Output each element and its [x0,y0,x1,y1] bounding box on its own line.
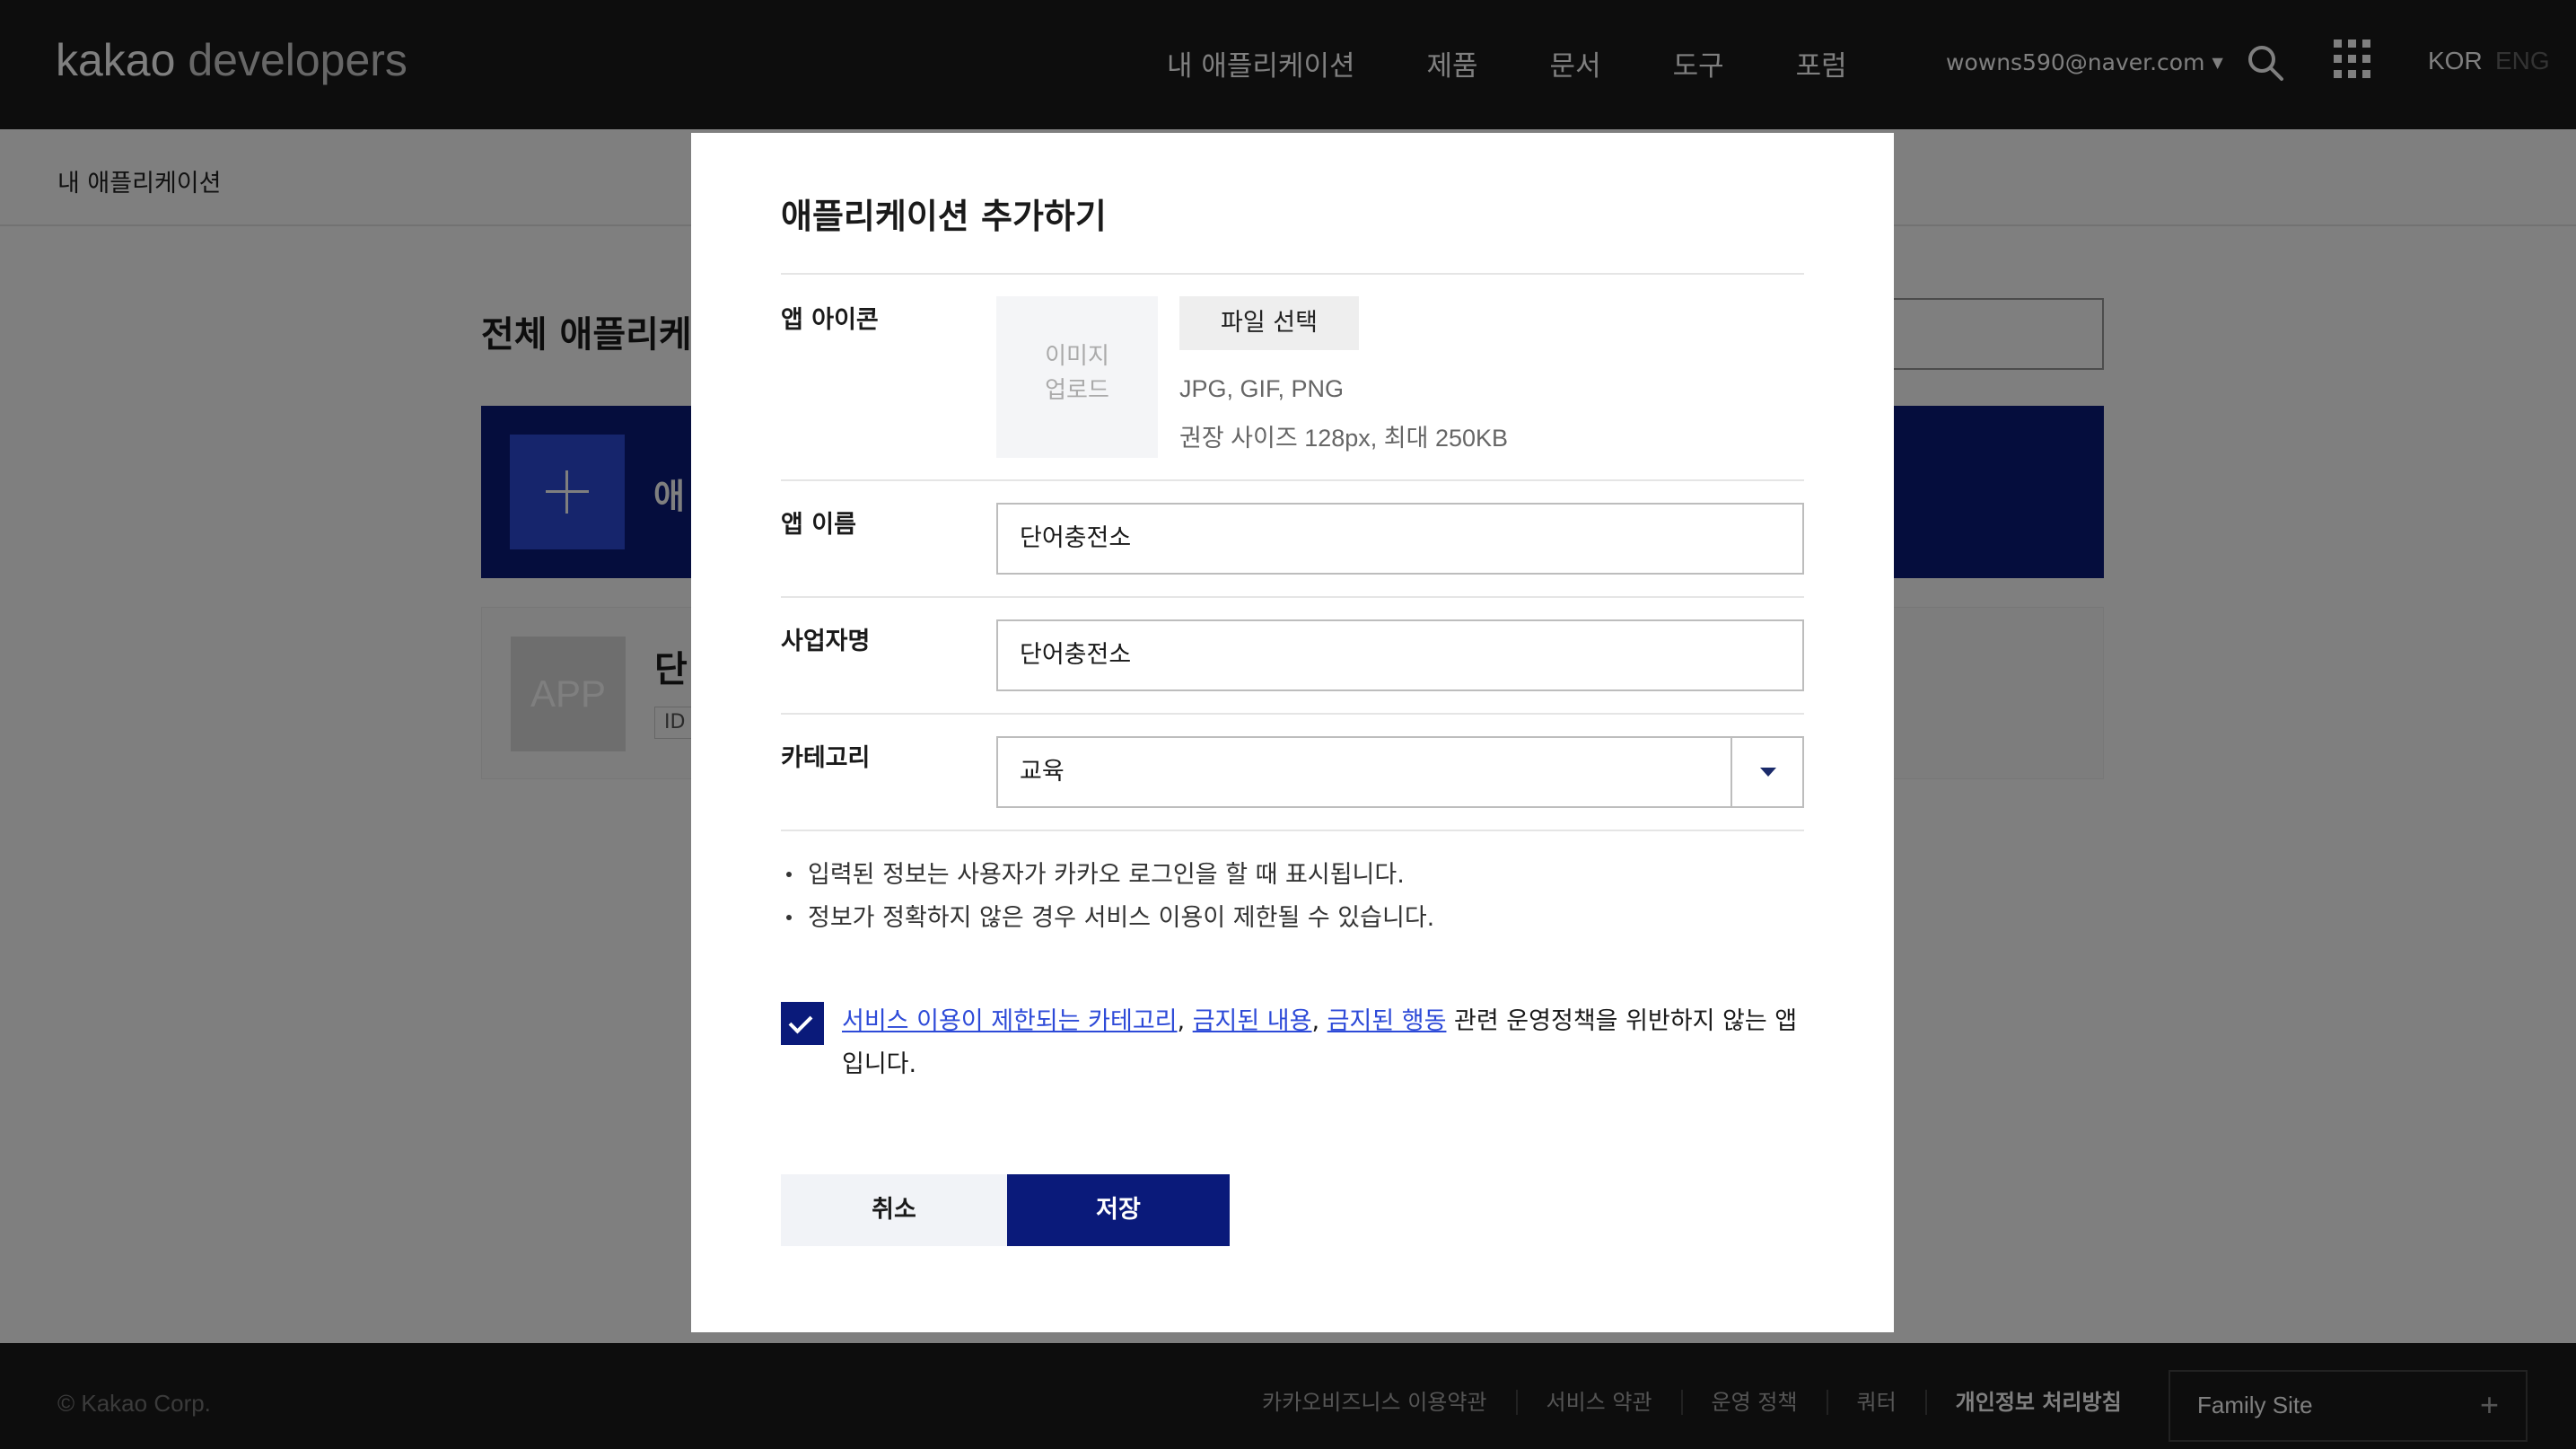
divider [781,479,1804,481]
category-selected-value: 교육 [1020,758,1065,786]
app-name-label: 앱 이름 [781,511,856,539]
category-label: 카테고리 [781,744,871,772]
app-icon-label: 앱 아이콘 [781,306,879,334]
policy-agree-checkbox[interactable] [781,1002,824,1045]
dialog-title: 애플리케이션 추가하기 [781,197,1107,236]
divider [781,596,1804,598]
cancel-button[interactable]: 취소 [781,1174,1007,1246]
divider [781,830,1804,831]
notice-item: 입력된 정보는 사용자가 카카오 로그인을 할 때 표시됩니다. [786,855,1405,890]
add-application-dialog: 애플리케이션 추가하기 앱 아이콘 이미지 업로드 파일 선택 JPG, GIF… [691,133,1894,1332]
company-name-input[interactable]: 단어충전소 [996,619,1804,691]
chevron-down-icon [1730,738,1802,806]
category-select[interactable]: 교육 [996,736,1804,808]
file-types-hint: JPG, GIF, PNG [1179,375,1345,402]
bullet-icon [786,872,792,877]
file-select-button[interactable]: 파일 선택 [1179,296,1359,350]
divider [781,273,1804,275]
bullet-icon [786,915,792,920]
divider [781,713,1804,715]
upload-text-line1: 이미지 [1045,343,1109,370]
prohibited-content-link[interactable]: 금지된 내용 [1193,1007,1312,1035]
image-upload-area[interactable]: 이미지 업로드 [996,296,1158,458]
upload-text-line2: 업로드 [1045,377,1109,404]
save-button[interactable]: 저장 [1007,1174,1230,1246]
restricted-category-link[interactable]: 서비스 이용이 제한되는 카테고리 [842,1007,1178,1035]
prohibited-behavior-link[interactable]: 금지된 행동 [1327,1007,1447,1035]
app-name-input[interactable]: 단어충전소 [996,503,1804,575]
policy-agree-text: 서비스 이용이 제한되는 카테고리, 금지된 내용, 금지된 행동 관련 운영정… [842,1007,1798,1078]
file-size-hint: 권장 사이즈 128px, 최대 250KB [1179,425,1509,452]
company-name-label: 사업자명 [781,628,871,655]
notice-item: 정보가 정확하지 않은 경우 서비스 이용이 제한될 수 있습니다. [786,898,1434,933]
